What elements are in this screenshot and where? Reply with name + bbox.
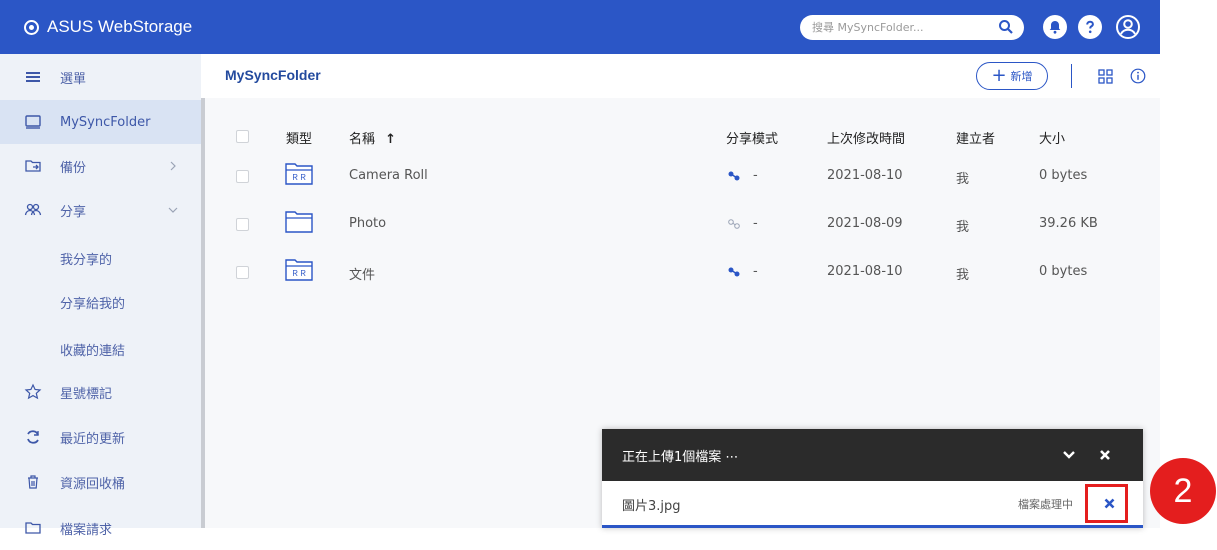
search-input[interactable] <box>812 21 987 34</box>
upload-panel-header: 正在上傳1個檔案 ⋯ <box>602 429 1143 481</box>
sidebar-item-backup[interactable]: 備份 <box>0 144 201 188</box>
upload-panel: 正在上傳1個檔案 ⋯ 圖片3.jpg 檔案處理中 <box>602 429 1143 528</box>
column-header-modified: 上次修改時間 <box>827 132 906 147</box>
file-size: 0 bytes <box>1039 168 1088 183</box>
collapse-chevron-icon[interactable] <box>1062 449 1076 461</box>
creator: 我 <box>956 220 970 235</box>
search-icon[interactable] <box>998 19 1014 35</box>
modified-date: 2021-08-10 <box>827 264 903 279</box>
trash-icon <box>28 475 38 489</box>
sidebar-item-label: 分享給我的 <box>60 296 126 312</box>
file-request-icon <box>25 522 41 534</box>
row-checkbox[interactable] <box>236 218 249 231</box>
logo-icon <box>24 19 39 35</box>
column-header-name[interactable]: 名稱 ↑ <box>349 128 396 147</box>
column-header-creator: 建立者 <box>956 132 996 147</box>
table-row[interactable]: ＲＲ Camera Roll - 2021-08-10 我 0 bytes <box>205 152 1160 200</box>
file-name[interactable]: 文件 <box>349 264 375 283</box>
file-size: 0 bytes <box>1039 264 1088 279</box>
new-button-label: 新增 <box>1010 70 1033 83</box>
link-icon[interactable] <box>727 170 741 182</box>
column-header-size: 大小 <box>1039 132 1066 147</box>
top-bar: ASUS WebStorage <box>0 0 1160 54</box>
chevron-right-icon <box>170 161 176 171</box>
share-mode: - <box>753 264 758 279</box>
folder-icon <box>285 211 313 233</box>
file-name[interactable]: Camera Roll <box>349 168 428 183</box>
sidebar-item-label: 我分享的 <box>60 252 113 268</box>
sidebar-item-mysyncfolder[interactable]: MySyncFolder <box>0 100 201 144</box>
shared-folder-icon: ＲＲ <box>285 259 313 281</box>
sidebar-item-label: MySyncFolder <box>60 114 151 130</box>
chevron-down-icon <box>168 207 178 213</box>
share-people-icon <box>24 203 42 216</box>
notification-bell-icon[interactable] <box>1043 15 1067 39</box>
help-icon[interactable] <box>1078 15 1102 39</box>
new-button[interactable]: + 新增 <box>976 62 1048 90</box>
step-badge: 2 <box>1150 458 1216 524</box>
modified-date: 2021-08-10 <box>827 168 903 183</box>
plus-icon: + <box>991 65 1007 86</box>
row-checkbox[interactable] <box>236 266 249 279</box>
close-panel-icon[interactable] <box>1099 449 1111 461</box>
table-row[interactable]: ＲＲ 文件 - 2021-08-10 我 0 bytes <box>205 248 1160 296</box>
brand-name: ASUS WebStorage <box>47 17 193 36</box>
content-header: MySyncFolder + 新增 <box>205 54 1160 99</box>
sidebar-menu-toggle[interactable]: 選單 <box>0 54 201 100</box>
star-icon <box>24 383 42 400</box>
table-row[interactable]: Photo - 2021-08-09 我 39.26 KB <box>205 200 1160 248</box>
folder-sync-icon <box>25 115 41 129</box>
header-divider <box>1071 64 1072 88</box>
info-icon[interactable] <box>1130 68 1146 84</box>
upload-file-name: 圖片3.jpg <box>622 499 681 514</box>
modified-date: 2021-08-09 <box>827 216 903 231</box>
file-name[interactable]: Photo <box>349 216 386 231</box>
select-all-checkbox[interactable] <box>236 130 249 143</box>
column-header-name-label: 名稱 <box>349 132 376 147</box>
upload-title: 正在上傳1個檔案 ⋯ <box>622 450 739 465</box>
sidebar-item-label: 星號標記 <box>60 386 113 402</box>
sidebar-item-shared-by-me[interactable]: 我分享的 <box>0 236 201 280</box>
sidebar-item-label: 備份 <box>60 160 87 176</box>
sidebar-item-label: 檔案請求 <box>60 522 113 538</box>
creator: 我 <box>956 172 970 187</box>
sidebar-item-share[interactable]: 分享 <box>0 188 201 232</box>
svg-text:ＲＲ: ＲＲ <box>291 269 307 278</box>
sidebar-item-label: 分享 <box>60 204 87 220</box>
sidebar-item-starred[interactable]: 星號標記 <box>0 370 201 414</box>
row-checkbox[interactable] <box>236 170 249 183</box>
grid-view-icon[interactable] <box>1098 69 1113 84</box>
file-size: 39.26 KB <box>1039 216 1098 231</box>
hamburger-menu-icon <box>26 72 40 82</box>
sidebar-item-label: 資源回收桶 <box>60 476 126 492</box>
svg-text:ＲＲ: ＲＲ <box>291 173 307 182</box>
upload-item: 圖片3.jpg 檔案處理中 <box>602 481 1143 525</box>
refresh-icon <box>27 430 39 444</box>
link-icon[interactable] <box>727 266 741 278</box>
shared-folder-icon: ＲＲ <box>285 163 313 185</box>
sort-ascending-icon: ↑ <box>385 132 397 147</box>
sidebar-item-label: 收藏的連結 <box>60 343 126 359</box>
upload-status: 檔案處理中 <box>1018 498 1073 511</box>
sidebar-item-trash[interactable]: 資源回收桶 <box>0 460 201 504</box>
sidebar-item-saved-links[interactable]: 收藏的連結 <box>0 327 201 371</box>
backup-icon <box>25 160 41 172</box>
link-icon[interactable] <box>727 218 741 230</box>
column-header-type: 類型 <box>286 132 313 147</box>
share-mode: - <box>753 216 758 231</box>
user-avatar-icon[interactable] <box>1116 15 1140 39</box>
sidebar-item-shared-with-me[interactable]: 分享給我的 <box>0 280 201 324</box>
sidebar-menu-label: 選單 <box>60 71 87 87</box>
creator: 我 <box>956 268 970 283</box>
highlight-box <box>1085 484 1128 523</box>
sidebar-item-label: 最近的更新 <box>60 431 126 447</box>
sidebar: 選單 MySyncFolder 備份 分享 我分享的 分享給我的 收藏的連結 星… <box>0 54 201 538</box>
sidebar-item-file-request[interactable]: 檔案請求 <box>0 506 201 550</box>
sidebar-item-recent[interactable]: 最近的更新 <box>0 415 201 459</box>
brand-logo[interactable]: ASUS WebStorage <box>24 17 192 37</box>
breadcrumb[interactable]: MySyncFolder <box>225 67 321 83</box>
search-box <box>800 15 1024 40</box>
share-mode: - <box>753 168 758 183</box>
column-header-share: 分享模式 <box>726 132 779 147</box>
